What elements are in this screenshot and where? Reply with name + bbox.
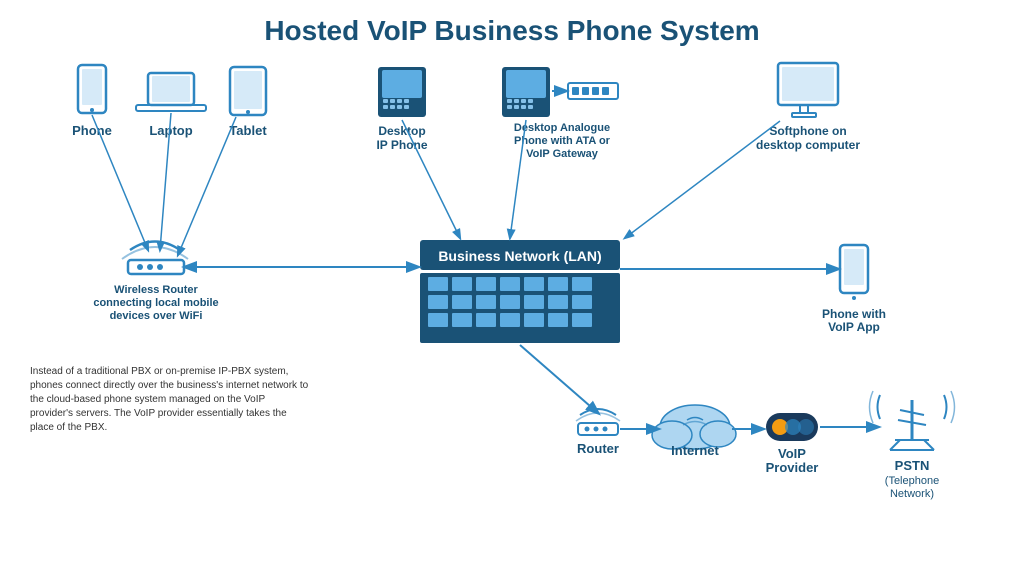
pstn-tower: PSTN (Telephone Network) [870,391,955,500]
svg-text:Network): Network) [890,488,934,500]
svg-text:Tablet: Tablet [229,123,267,138]
svg-text:Wireless Router: Wireless Router [114,284,198,296]
page-title: Hosted VoIP Business Phone System [20,10,1004,47]
internet-cloud: Internet [652,405,736,458]
svg-text:Desktop: Desktop [378,124,425,138]
svg-text:Provider: Provider [766,460,819,475]
voip-provider: VoIP Provider [766,413,819,475]
svg-text:Phone: Phone [72,123,112,138]
diagram-svg: Phone Laptop Tablet [0,55,1024,575]
tablet-device: Tablet [229,67,267,138]
svg-text:VoIP Gateway: VoIP Gateway [526,148,599,160]
svg-text:(Telephone: (Telephone [885,475,939,487]
svg-text:Desktop Analogue: Desktop Analogue [514,122,610,134]
voip-app-phone: Phone with VoIP App [822,245,886,334]
description-text: Instead of a traditional PBX or on-premi… [30,365,310,435]
svg-text:devices over WiFi: devices over WiFi [110,310,203,322]
laptop-device: Laptop [136,73,206,138]
svg-text:Phone with: Phone with [822,307,886,321]
svg-text:VoIP App: VoIP App [828,320,880,334]
diagram: Hosted VoIP Business Phone System Phone … [0,0,1024,576]
svg-text:Router: Router [577,441,619,456]
svg-text:Laptop: Laptop [149,123,192,138]
svg-text:PSTN: PSTN [895,458,930,473]
business-network-lan: Business Network (LAN) [420,240,620,343]
svg-text:Softphone on: Softphone on [769,124,846,138]
svg-text:desktop computer: desktop computer [756,138,860,152]
svg-text:Phone with ATA or: Phone with ATA or [514,135,611,147]
svg-text:IP Phone: IP Phone [376,138,427,152]
svg-text:Business Network (LAN): Business Network (LAN) [438,248,601,264]
softphone-desktop: Softphone on desktop computer [756,63,860,152]
analogue-phone-ata: Desktop Analogue Phone with ATA or VoIP … [502,67,618,160]
router-bottom: Router [576,409,620,456]
wireless-router: Wireless Router connecting local mobile … [93,242,218,323]
svg-text:VoIP: VoIP [778,446,806,461]
desktop-ip-phone: Desktop IP Phone [376,67,427,152]
phone-device: Phone [72,65,112,138]
svg-text:connecting local mobile: connecting local mobile [93,297,218,309]
svg-text:Internet: Internet [671,443,719,458]
